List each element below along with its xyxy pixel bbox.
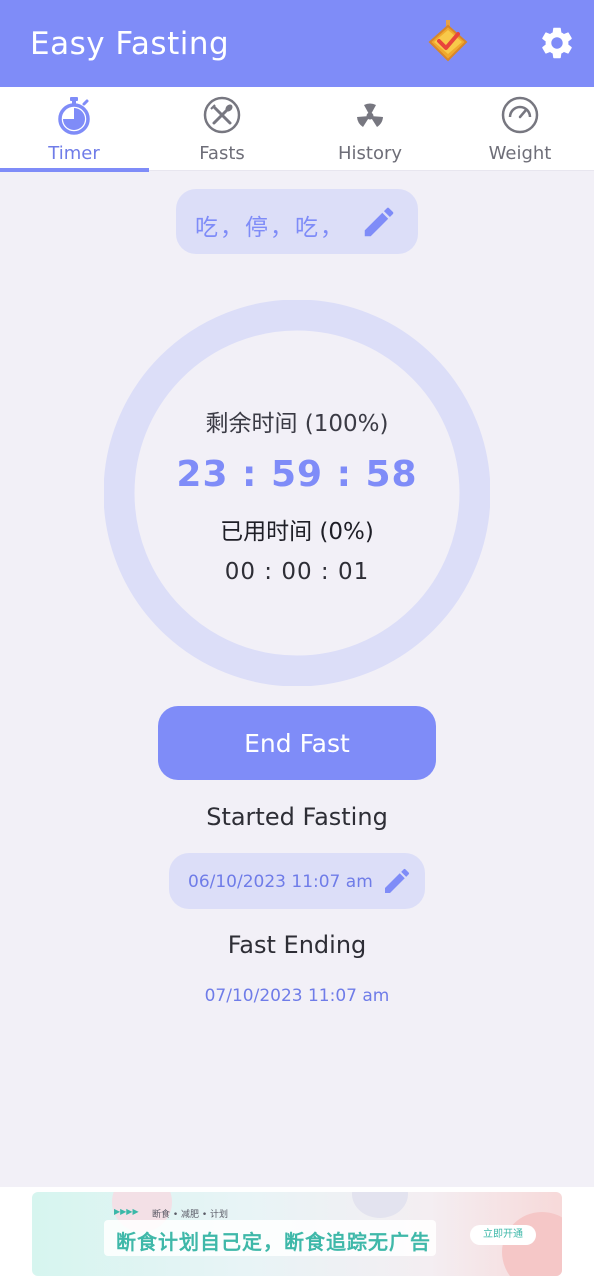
pencil-icon[interactable] (381, 865, 413, 897)
fast-ending-label: Fast Ending (227, 931, 367, 959)
tab-fasts[interactable]: Fasts (148, 87, 296, 171)
ad-arrows-icon: ▶▶▶▶ (114, 1207, 139, 1216)
app-root: Easy Fasting Timer Fasts History Weight … (0, 0, 594, 1280)
ad-headline-box: 断食计划自己定，断食追踪无广告 (104, 1220, 436, 1256)
elapsed-time: 00 : 00 : 01 (224, 559, 370, 585)
tab-timer-label: Timer (48, 143, 100, 164)
end-fast-button[interactable]: End Fast (158, 706, 436, 780)
ad-decoration (352, 1192, 408, 1218)
ad-banner[interactable]: ▶▶▶▶ 断食 • 减肥 • 计划 断食计划自己定，断食追踪无广告 立即开通 (32, 1192, 562, 1276)
remaining-time: 23 : 59 : 58 (176, 454, 418, 495)
radiation-icon (350, 95, 390, 135)
ad-tagline: 断食 • 减肥 • 计划 (152, 1210, 229, 1220)
elapsed-label: 已用时间 (0%) (220, 519, 374, 545)
scale-gauge-icon (500, 95, 540, 135)
tab-active-indicator (0, 168, 149, 172)
start-time-selector[interactable]: 06/10/2023 11:07 am (169, 853, 425, 909)
ad-headline: 断食计划自己定，断食追踪无广告 (116, 1230, 431, 1254)
started-fasting-label: Started Fasting (206, 803, 388, 831)
plan-name: 吃，停，吃， (195, 215, 345, 241)
ad-cta-button[interactable]: 立即开通 (470, 1225, 536, 1245)
tab-bar: Timer Fasts History Weight (0, 87, 594, 172)
tab-history[interactable]: History (296, 87, 444, 171)
start-time-value: 06/10/2023 11:07 am (188, 872, 373, 892)
app-title: Easy Fasting (30, 26, 230, 62)
timer-ring: 剩余时间 (100%) 23 : 59 : 58 已用时间 (0%) 00 : … (104, 300, 490, 686)
tab-weight[interactable]: Weight (446, 87, 594, 171)
fast-ending-value: 07/10/2023 11:07 am (204, 986, 390, 1006)
tab-timer[interactable]: Timer (0, 87, 149, 172)
gear-icon[interactable] (538, 24, 576, 62)
remaining-label: 剩余时间 (100%) (205, 411, 389, 437)
plan-selector[interactable]: 吃，停，吃， (176, 189, 418, 254)
premium-badge-icon[interactable] (426, 20, 470, 66)
tab-history-label: History (337, 143, 403, 164)
pencil-icon[interactable] (360, 203, 398, 241)
ad-area: ▶▶▶▶ 断食 • 减肥 • 计划 断食计划自己定，断食追踪无广告 立即开通 (0, 1187, 594, 1280)
tab-fasts-label: Fasts (199, 143, 245, 164)
app-bar: Easy Fasting (0, 0, 594, 87)
stopwatch-icon (54, 95, 94, 135)
tab-weight-label: Weight (488, 143, 552, 164)
fork-knife-icon (202, 95, 242, 135)
